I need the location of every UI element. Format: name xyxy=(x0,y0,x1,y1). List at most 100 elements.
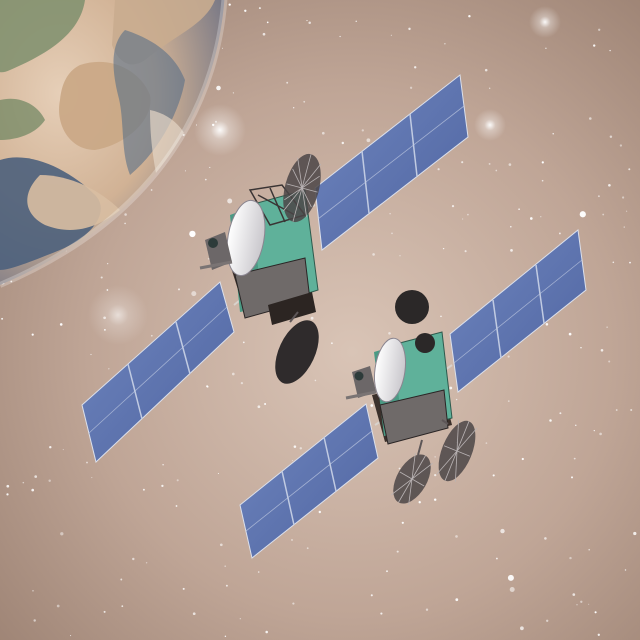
star xyxy=(90,353,92,356)
star xyxy=(485,442,488,444)
star xyxy=(619,144,623,147)
star xyxy=(464,250,467,253)
star-glow xyxy=(529,6,561,38)
star xyxy=(6,484,10,488)
star xyxy=(221,47,224,49)
star xyxy=(121,605,124,608)
star xyxy=(495,169,498,172)
star xyxy=(612,261,615,264)
star xyxy=(107,263,109,265)
star xyxy=(433,498,437,501)
star xyxy=(293,445,297,448)
star xyxy=(265,630,268,634)
star-glow xyxy=(194,104,246,156)
star xyxy=(124,222,126,225)
star xyxy=(389,213,391,215)
star xyxy=(451,205,455,208)
star xyxy=(449,386,453,390)
star xyxy=(225,584,228,587)
star xyxy=(444,43,446,45)
star xyxy=(239,618,241,620)
star xyxy=(598,28,601,31)
star xyxy=(508,163,512,166)
star xyxy=(242,341,245,344)
star xyxy=(258,7,261,10)
star xyxy=(626,210,628,212)
star xyxy=(1,317,4,320)
star xyxy=(408,27,411,31)
star xyxy=(440,315,442,318)
space-illustration xyxy=(0,0,640,640)
star xyxy=(597,195,600,198)
star xyxy=(507,574,514,581)
star xyxy=(461,161,464,164)
star xyxy=(492,474,495,477)
star xyxy=(291,460,293,461)
star xyxy=(49,446,52,449)
star xyxy=(366,138,371,143)
star-glow xyxy=(88,285,148,345)
star xyxy=(339,35,341,38)
star xyxy=(380,612,383,615)
star xyxy=(541,161,544,164)
star xyxy=(318,510,321,514)
star xyxy=(414,66,417,69)
star xyxy=(489,87,491,89)
star xyxy=(162,463,164,466)
star xyxy=(575,424,577,426)
star xyxy=(520,626,524,631)
star xyxy=(507,355,510,358)
star xyxy=(142,488,145,491)
star xyxy=(176,479,179,482)
star xyxy=(184,170,186,172)
star xyxy=(588,603,590,605)
star xyxy=(6,493,9,496)
star xyxy=(100,276,103,279)
star xyxy=(544,537,547,540)
star xyxy=(31,333,34,336)
star xyxy=(103,610,106,613)
star xyxy=(570,476,574,479)
star xyxy=(593,429,595,432)
star xyxy=(56,604,60,608)
star xyxy=(22,481,25,484)
star xyxy=(629,261,631,264)
star xyxy=(409,86,413,89)
star xyxy=(572,593,576,596)
star xyxy=(434,456,436,458)
star xyxy=(209,166,211,168)
star xyxy=(132,557,135,561)
star xyxy=(510,225,512,228)
star xyxy=(386,570,388,573)
star xyxy=(231,372,235,376)
star xyxy=(189,230,196,238)
star xyxy=(191,291,197,297)
star xyxy=(228,3,231,6)
star xyxy=(468,14,471,18)
star xyxy=(206,385,209,388)
star xyxy=(510,249,513,252)
star xyxy=(240,381,244,385)
star xyxy=(120,578,123,581)
star xyxy=(580,347,582,349)
star xyxy=(623,226,625,228)
star xyxy=(266,21,269,24)
star xyxy=(370,404,374,407)
star xyxy=(361,129,364,132)
star xyxy=(593,44,596,47)
star xyxy=(232,92,234,94)
star xyxy=(308,21,311,25)
star xyxy=(597,633,600,636)
star xyxy=(579,211,586,218)
star xyxy=(293,107,295,109)
star xyxy=(509,587,515,592)
star xyxy=(390,34,392,36)
star xyxy=(217,472,219,475)
star xyxy=(552,133,554,135)
star xyxy=(219,543,223,547)
star xyxy=(227,198,233,204)
star xyxy=(455,535,458,538)
star xyxy=(628,168,631,171)
star xyxy=(608,360,611,363)
star xyxy=(425,608,429,611)
